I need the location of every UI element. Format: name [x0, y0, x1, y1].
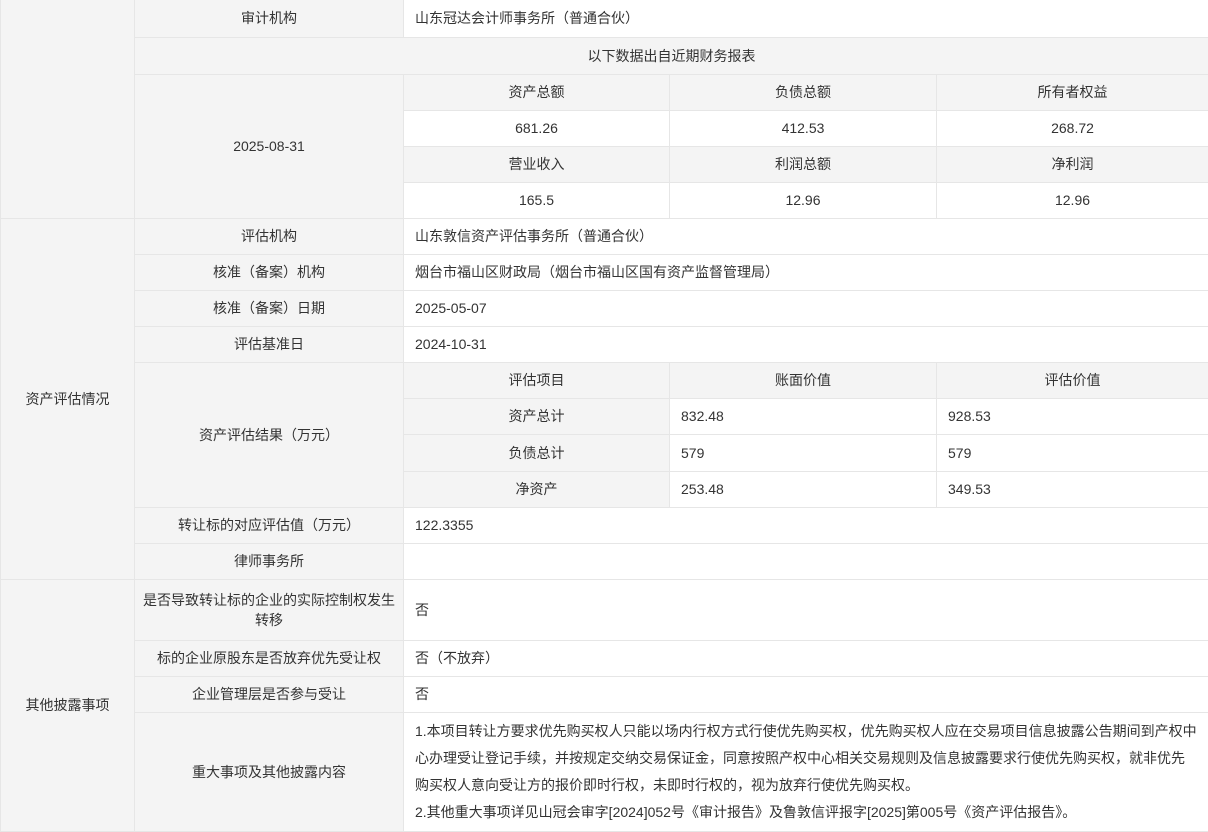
audit-agency-label: 审计机构 [135, 0, 404, 37]
result-row-item: 净资产 [404, 471, 670, 507]
net-profit-header: 净利润 [937, 146, 1208, 182]
major-items-label: 重大事项及其他披露内容 [135, 712, 404, 831]
assessed-value-header: 评估价值 [937, 362, 1208, 398]
disclosure-table: 审计机构 山东冠达会计师事务所（普通合伙） 以下数据出自近期财务报表 2025-… [0, 0, 1208, 832]
approval-org-value: 烟台市福山区财政局（烟台市福山区国有资产监督管理局） [404, 254, 1208, 290]
approval-date-label: 核准（备案）日期 [135, 290, 404, 326]
book-value-header: 账面价值 [670, 362, 937, 398]
financial-note: 以下数据出自近期财务报表 [135, 37, 1208, 74]
result-row-book-value: 579 [670, 434, 937, 471]
waive-right-value: 否（不放弃） [404, 640, 1208, 676]
result-row-book-value: 253.48 [670, 471, 937, 507]
evaluation-result-label: 资产评估结果（万元） [135, 362, 404, 507]
evaluation-agency-value: 山东敦信资产评估事务所（普通合伙） [404, 218, 1208, 254]
financial-report-date: 2025-08-31 [135, 74, 404, 218]
result-row-book-value: 832.48 [670, 398, 937, 434]
evaluation-base-date-label: 评估基准日 [135, 326, 404, 362]
result-row-item: 负债总计 [404, 434, 670, 471]
law-firm-label: 律师事务所 [135, 543, 404, 579]
audit-agency-value: 山东冠达会计师事务所（普通合伙） [404, 0, 1208, 37]
disclosure-page: 审计机构 山东冠达会计师事务所（普通合伙） 以下数据出自近期财务报表 2025-… [0, 0, 1208, 832]
result-row-item: 资产总计 [404, 398, 670, 434]
result-row-assessed-value: 579 [937, 434, 1208, 471]
management-participation-value: 否 [404, 676, 1208, 712]
assets-total-value: 681.26 [404, 110, 670, 146]
transfer-value: 122.3355 [404, 507, 1208, 543]
group-cell-top [1, 0, 135, 218]
operating-income-value: 165.5 [404, 182, 670, 218]
management-participation-label: 企业管理层是否参与受让 [135, 676, 404, 712]
group-label-other-disclosure: 其他披露事项 [1, 579, 135, 831]
result-row-assessed-value: 928.53 [937, 398, 1208, 434]
group-label-asset-evaluation: 资产评估情况 [1, 218, 135, 579]
liabilities-total-value: 412.53 [670, 110, 937, 146]
control-change-value: 否 [404, 579, 1208, 640]
operating-income-header: 营业收入 [404, 146, 670, 182]
evaluation-base-date-value: 2024-10-31 [404, 326, 1208, 362]
transfer-value-label: 转让标的对应评估值（万元） [135, 507, 404, 543]
approval-org-label: 核准（备案）机构 [135, 254, 404, 290]
net-profit-value: 12.96 [937, 182, 1208, 218]
owner-equity-value: 268.72 [937, 110, 1208, 146]
owner-equity-header: 所有者权益 [937, 74, 1208, 110]
assets-total-header: 资产总额 [404, 74, 670, 110]
control-change-label: 是否导致转让标的企业的实际控制权发生转移 [135, 579, 404, 640]
major-items-value: 1.本项目转让方要求优先购买权人只能以场内行权方式行使优先购买权，优先购买权人应… [404, 712, 1208, 831]
total-profit-header: 利润总额 [670, 146, 937, 182]
evaluation-agency-label: 评估机构 [135, 218, 404, 254]
liabilities-total-header: 负债总额 [670, 74, 937, 110]
approval-date-value: 2025-05-07 [404, 290, 1208, 326]
evaluation-item-header: 评估项目 [404, 362, 670, 398]
law-firm-value [404, 543, 1208, 579]
waive-right-label: 标的企业原股东是否放弃优先受让权 [135, 640, 404, 676]
total-profit-value: 12.96 [670, 182, 937, 218]
result-row-assessed-value: 349.53 [937, 471, 1208, 507]
